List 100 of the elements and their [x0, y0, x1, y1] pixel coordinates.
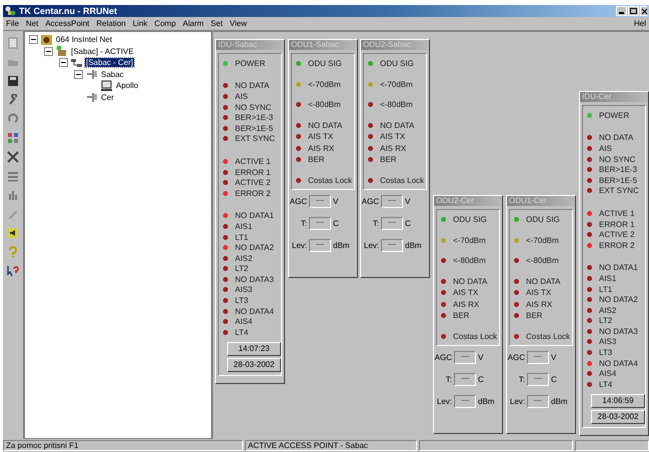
status-label: AIS TX: [453, 288, 478, 298]
status-label: AIS TX: [380, 132, 406, 142]
status-label: AIS4: [599, 369, 616, 378]
status-label: LT3: [235, 296, 248, 306]
time-button[interactable]: 14:06:59: [591, 394, 645, 408]
tree-item[interactable]: Apollo: [115, 81, 140, 90]
status-text: Za pomoc pritisni F1: [3, 440, 243, 451]
status-label: BER>1E-3: [599, 165, 638, 174]
status-label: BER>1E-5: [235, 124, 274, 133]
status-label: <-80dBm: [453, 256, 486, 266]
collapse-icon[interactable]: [59, 58, 68, 68]
status-label: AIS1: [235, 222, 252, 231]
collapse-icon[interactable]: [44, 46, 53, 56]
window-title: IDU-Cer: [580, 92, 648, 102]
status-label: BER>1E-5: [599, 176, 638, 185]
grid-icon[interactable]: [7, 132, 19, 144]
menu-item[interactable]: Hel: [634, 19, 646, 28]
unit-label: V: [405, 196, 410, 206]
menu-item[interactable]: Alarm: [182, 19, 204, 28]
field-label: AGC: [434, 352, 452, 362]
status-label: BER: [380, 155, 396, 164]
status-label: ERROR 2: [599, 240, 635, 250]
status-label: AIS3: [599, 337, 616, 346]
field-label: Lev:: [436, 396, 452, 406]
status-label: Costas Lock: [526, 332, 570, 341]
status-label: NO DATA4: [599, 358, 638, 368]
window-title: ODU2-Sabac: [361, 40, 429, 50]
field-label: AGC: [289, 196, 307, 206]
status-label: ERROR 1: [235, 168, 271, 177]
menu-item[interactable]: Relation: [96, 19, 126, 28]
status-label: AIS RX: [380, 144, 406, 153]
status-label: NO DATA1: [599, 263, 638, 272]
status-label: NO DATA: [235, 81, 270, 90]
status-label: NO DATA2: [599, 295, 638, 304]
status-label: EXT SYNC: [235, 134, 275, 144]
menu-item[interactable]: Set: [210, 19, 223, 28]
status-label: NO DATA: [526, 276, 560, 286]
page-icon[interactable]: [7, 37, 19, 49]
wrench-icon[interactable]: [7, 94, 19, 106]
status-label: AIS1: [599, 274, 616, 283]
collapse-icon[interactable]: [29, 35, 38, 44]
status-label: AIS3: [235, 285, 252, 294]
status-label: ACTIVE 2: [599, 230, 635, 240]
tree-item[interactable]: [Sabac] - ACTIVE: [70, 46, 135, 56]
unit-label: V: [551, 352, 556, 362]
status-label: BER>1E-3: [235, 113, 274, 122]
tree-item[interactable]: Cer: [100, 92, 115, 102]
unit-label: V: [478, 352, 484, 362]
status-label: NO SYNC: [235, 102, 272, 112]
status-label: NO DATA: [308, 120, 342, 130]
status-label: AIS: [599, 144, 612, 153]
status-label: ACTIVE 1: [599, 208, 635, 218]
maximize-icon[interactable]: [628, 6, 639, 16]
status-label: LT4: [235, 328, 248, 337]
status-label: AIS2: [235, 254, 252, 263]
status-label: <-70dBm: [380, 80, 413, 89]
time-button[interactable]: 14:07:23: [227, 342, 281, 356]
status-label: <-70dBm: [453, 236, 486, 245]
unit-label: C: [551, 374, 557, 384]
status-label: LT1: [599, 284, 612, 294]
unit-label: dBm: [405, 240, 422, 250]
tree-item[interactable]: [Sabac - Cer]: [85, 58, 134, 68]
status-label: Costas Lock: [308, 176, 352, 185]
date-button[interactable]: 28-03-2002: [227, 358, 281, 372]
network-icon: [40, 34, 53, 46]
speaker-icon[interactable]: [7, 227, 19, 239]
field-label: T:: [444, 374, 452, 384]
status-label: <-70dBm: [526, 236, 559, 245]
app-icon: [5, 6, 16, 16]
date-button[interactable]: 28-03-2002: [591, 410, 645, 424]
status-label: AIS RX: [453, 300, 480, 309]
status-label: ODU SIG: [526, 215, 560, 224]
status-label: LT3: [599, 348, 612, 358]
menu-item[interactable]: Comp: [154, 19, 176, 28]
status-label: NO DATA2: [235, 243, 274, 252]
menu-item[interactable]: View: [230, 19, 247, 28]
status-label: POWER: [235, 58, 266, 68]
menu-item[interactable]: Link: [132, 19, 148, 28]
unit-label: C: [478, 374, 484, 384]
status-text: ACTIVE ACCESS POINT - Sabac: [245, 440, 417, 451]
status-label: AIS RX: [526, 300, 552, 309]
status-label: ERROR 1: [599, 220, 635, 229]
menu-item[interactable]: Net: [26, 19, 38, 28]
close-icon[interactable]: [640, 6, 647, 16]
menu-item[interactable]: AccessPoint: [45, 19, 90, 28]
status-label: AIS2: [599, 306, 616, 315]
status-label: ACTIVE 2: [235, 178, 271, 188]
status-label: Costas Lock: [380, 176, 424, 185]
menu-item[interactable]: File: [6, 19, 19, 28]
collapse-icon[interactable]: [74, 70, 83, 79]
tree-item[interactable]: Sabac: [100, 70, 125, 79]
unit-label: dBm: [551, 396, 568, 406]
status-label: ODU SIG: [380, 59, 414, 68]
status-label: LT1: [235, 232, 248, 242]
tree-item[interactable]: 064 InsIntel Net: [55, 35, 114, 44]
status-label: ODU SIG: [453, 215, 487, 224]
minimize-icon[interactable]: [616, 6, 627, 16]
field-label: T:: [300, 218, 307, 228]
help-icon[interactable]: [7, 265, 19, 277]
status-label: <-80dBm: [308, 100, 341, 110]
